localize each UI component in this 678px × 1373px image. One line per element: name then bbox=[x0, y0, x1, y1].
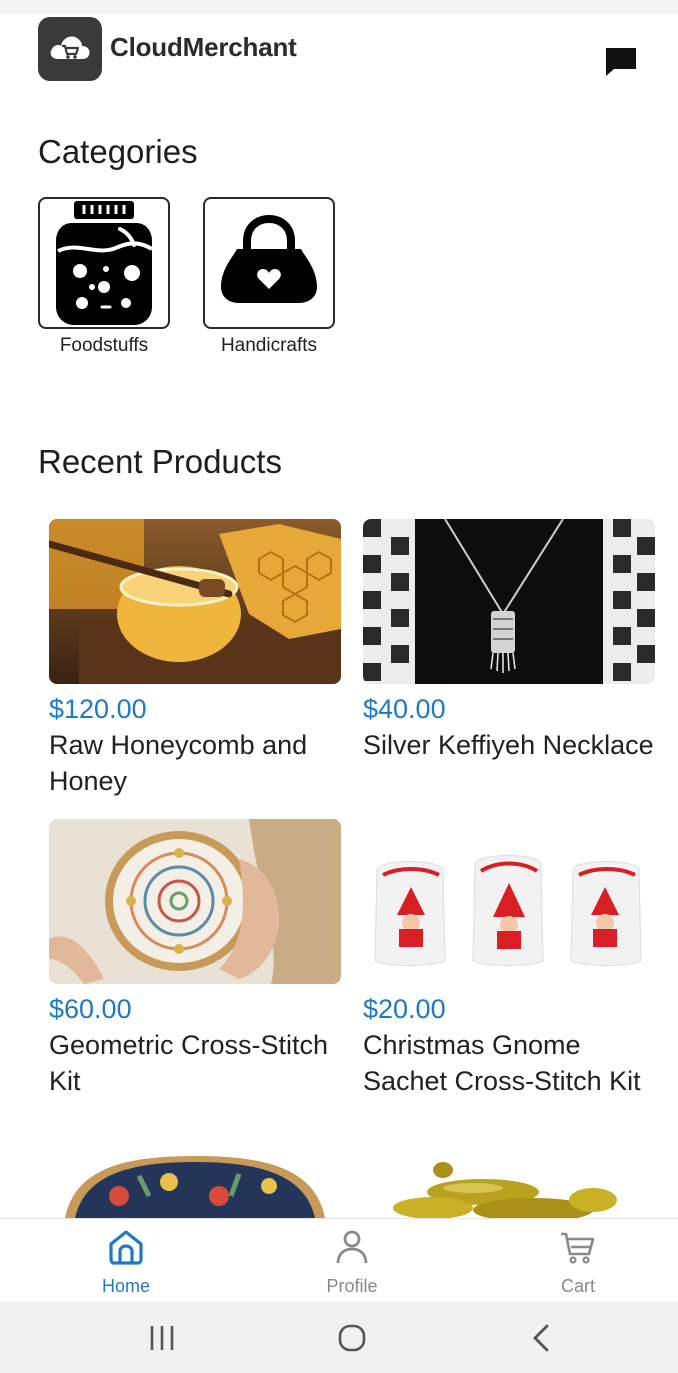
product-name: Geometric Cross-Stitch Kit bbox=[49, 1030, 329, 1096]
app-name: CloudMerchant bbox=[110, 32, 297, 62]
product-card[interactable]: $120.00 Raw Honeycomb and Honey bbox=[49, 519, 341, 799]
product-image-gnome-sachets bbox=[363, 819, 655, 984]
chat-icon bbox=[606, 48, 636, 76]
home-circle-icon bbox=[338, 1324, 366, 1352]
nav-cart[interactable]: Cart bbox=[518, 1227, 638, 1297]
nav-label: Home bbox=[101, 1276, 150, 1296]
product-price: $60.00 bbox=[49, 994, 132, 1024]
product-image-cross-stitch bbox=[49, 819, 341, 984]
cart-icon bbox=[561, 1232, 595, 1264]
product-name: Silver Keffiyeh Necklace bbox=[363, 730, 654, 760]
jar-icon bbox=[56, 201, 154, 325]
back-chevron-icon bbox=[533, 1324, 549, 1352]
system-navigation-bar bbox=[0, 1302, 678, 1373]
product-price: $40.00 bbox=[363, 694, 446, 724]
handbag-icon bbox=[221, 214, 317, 303]
bottom-navigation: Home Profile Cart bbox=[0, 1218, 678, 1303]
status-bar bbox=[0, 0, 678, 14]
home-system-button[interactable] bbox=[336, 1322, 368, 1359]
nav-home[interactable]: Home bbox=[66, 1227, 186, 1297]
product-image-embroidery bbox=[49, 1156, 341, 1218]
nav-profile[interactable]: Profile bbox=[292, 1227, 412, 1297]
product-card[interactable]: $60.00 Geometric Cross-Stitch Kit bbox=[49, 819, 341, 1099]
chat-button[interactable] bbox=[600, 42, 642, 82]
cloud-cart-logo-icon bbox=[38, 17, 102, 81]
home-icon bbox=[109, 1230, 143, 1265]
recent-products-title: Recent Products bbox=[38, 443, 282, 480]
product-card[interactable]: $40.00 Silver Keffiyeh Necklace bbox=[363, 519, 655, 763]
product-image-necklace bbox=[363, 519, 655, 684]
back-button[interactable] bbox=[526, 1322, 558, 1359]
recent-apps-icon bbox=[150, 1326, 174, 1350]
product-price: $120.00 bbox=[49, 694, 147, 724]
product-image-honeycomb bbox=[49, 519, 341, 684]
nav-label: Profile bbox=[326, 1276, 378, 1296]
person-icon bbox=[336, 1230, 368, 1264]
categories-title: Categories bbox=[38, 133, 198, 170]
category-foodstuffs[interactable]: Foodstuffs bbox=[38, 197, 170, 357]
product-price: $20.00 bbox=[363, 994, 446, 1024]
product-card[interactable]: $20.00 Christmas Gnome Sachet Cross-Stit… bbox=[363, 819, 655, 1099]
product-card[interactable] bbox=[49, 1156, 341, 1218]
product-name: Raw Honeycomb and Honey bbox=[49, 730, 308, 796]
category-label: Foodstuffs bbox=[59, 335, 149, 356]
product-image-pickles bbox=[363, 1156, 655, 1218]
recent-apps-button[interactable] bbox=[146, 1322, 178, 1359]
category-handicrafts[interactable]: Handicrafts bbox=[203, 197, 335, 357]
nav-label: Cart bbox=[560, 1276, 595, 1296]
category-label: Handicrafts bbox=[220, 335, 318, 356]
product-card[interactable] bbox=[363, 1156, 655, 1218]
product-name: Christmas Gnome Sachet Cross-Stitch Kit bbox=[363, 1030, 641, 1096]
